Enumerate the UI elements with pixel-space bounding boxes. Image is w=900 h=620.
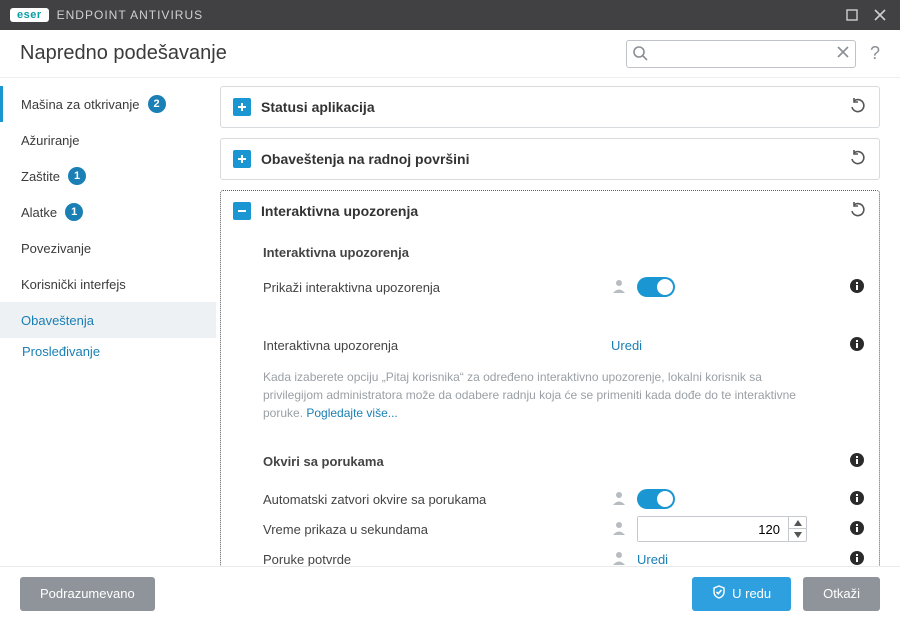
sidebar-item-label: Alatke [21,205,57,220]
brand-logo: eser [10,8,49,22]
user-icon [611,490,627,509]
panel-body: Interaktivna upozorenja Prikaži interakt… [221,231,879,566]
row-edit-interactive-alerts: Interaktivna upozorenja Uredi [263,330,865,360]
sidebar-item-label: Ažuriranje [21,133,80,148]
sidebar-item-update[interactable]: Ažuriranje [0,122,216,158]
sidebar-item-label: Obaveštenja [21,313,94,328]
row-label: Automatski zatvori okvire sa porukama [263,492,603,507]
user-icon [611,278,627,297]
titlebar: eser ENDPOINT ANTIVIRUS [0,0,900,30]
spin-down-icon[interactable] [789,529,806,541]
sidebar-item-label: Mašina za otkrivanje [21,97,140,112]
row-section2-heading: Okviri sa porukama [263,446,865,476]
panel-desktop-notifications: Obaveštenja na radnoj površini [220,138,880,180]
row-label: Poruke potvrde [263,552,603,567]
brand-product: ENDPOINT ANTIVIRUS [57,8,203,22]
sidebar-item-connectivity[interactable]: Povezivanje [0,230,216,266]
undo-icon[interactable] [849,97,867,118]
sidebar-item-notifications[interactable]: Obaveštenja [0,302,216,338]
search-icon [632,45,648,66]
panel-title: Statusi aplikacija [261,99,839,115]
sidebar-item-label: Korisnički interfejs [21,277,126,292]
hint-text: Kada izaberete opciju „Pitaj korisnika“ … [263,368,823,422]
clear-search-icon[interactable] [836,45,850,64]
row-label: Interaktivna upozorenja [263,338,603,353]
row-show-interactive-alerts: Prikaži interaktivna upozorenja [263,272,865,302]
sidebar-subitem-label: Prosleđivanje [22,344,100,359]
spin-up-icon[interactable] [789,517,806,529]
footer: Podrazumevano U redu Otkaži [0,566,900,620]
window-close-icon[interactable] [866,1,894,29]
search-input[interactable] [626,40,856,68]
expand-icon [233,150,251,168]
panel-header[interactable]: Statusi aplikacija [221,87,879,127]
sidebar-item-label: Povezivanje [21,241,91,256]
toggle-show-alerts[interactable] [637,277,675,297]
panel-title: Interaktivna upozorenja [261,203,839,219]
info-icon[interactable] [849,490,865,509]
sidebar-item-label: Zaštite [21,169,60,184]
user-icon [611,550,627,567]
undo-icon[interactable] [849,149,867,170]
panel-title: Obaveštenja na radnoj površini [261,151,839,167]
search-box [626,40,856,68]
hint-more-link[interactable]: Pogledajte više... [306,406,397,420]
toggle-autoclose[interactable] [637,489,675,509]
shield-check-icon [712,585,726,602]
sidebar-item-protections[interactable]: Zaštite 1 [0,158,216,194]
sidebar-item-tools[interactable]: Alatke 1 [0,194,216,230]
cancel-button[interactable]: Otkaži [803,577,880,611]
main-content: Statusi aplikacija Obaveštenja na radnoj… [216,78,900,566]
sidebar-badge: 2 [148,95,166,113]
ok-button[interactable]: U redu [692,577,791,611]
sidebar-item-detection-engine[interactable]: Mašina za otkrivanje 2 [0,86,216,122]
sidebar-item-user-interface[interactable]: Korisnički interfejs [0,266,216,302]
sidebar-subitem-forwarding[interactable]: Prosleđivanje [0,338,216,364]
display-time-input-wrap [637,516,807,542]
sidebar-badge: 1 [65,203,83,221]
row-confirm-messages: Poruke potvrde Uredi [263,544,865,566]
info-icon[interactable] [849,278,865,297]
row-display-time: Vreme prikaza u sekundama [263,514,865,544]
expand-icon [233,98,251,116]
sidebar: Mašina za otkrivanje 2 Ažuriranje Zaštit… [0,78,216,566]
section-heading: Interaktivna upozorenja [263,245,865,260]
header: Napredno podešavanje ? [0,30,900,78]
section-heading: Okviri sa porukama [263,454,384,469]
page-title: Napredno podešavanje [20,42,227,65]
panel-app-statuses: Statusi aplikacija [220,86,880,128]
user-icon [611,520,627,539]
sidebar-badge: 1 [68,167,86,185]
edit-alerts-link[interactable]: Uredi [611,338,642,353]
panel-header[interactable]: Obaveštenja na radnoj površini [221,139,879,179]
default-button[interactable]: Podrazumevano [20,577,155,611]
info-icon[interactable] [849,452,865,471]
undo-icon[interactable] [849,201,867,222]
panel-header[interactable]: Interaktivna upozorenja [221,191,879,231]
collapse-icon [233,202,251,220]
info-icon[interactable] [849,550,865,567]
panel-interactive-alerts: Interaktivna upozorenja Interaktivna upo… [220,190,880,566]
edit-confirm-link[interactable]: Uredi [637,552,668,567]
window-maximize-icon[interactable] [838,1,866,29]
display-time-input[interactable] [638,517,788,541]
row-label: Prikaži interaktivna upozorenja [263,280,603,295]
help-button[interactable]: ? [864,43,886,64]
info-icon[interactable] [849,520,865,539]
info-icon[interactable] [849,336,865,355]
row-label: Vreme prikaza u sekundama [263,522,603,537]
row-autoclose: Automatski zatvori okvire sa porukama [263,484,865,514]
